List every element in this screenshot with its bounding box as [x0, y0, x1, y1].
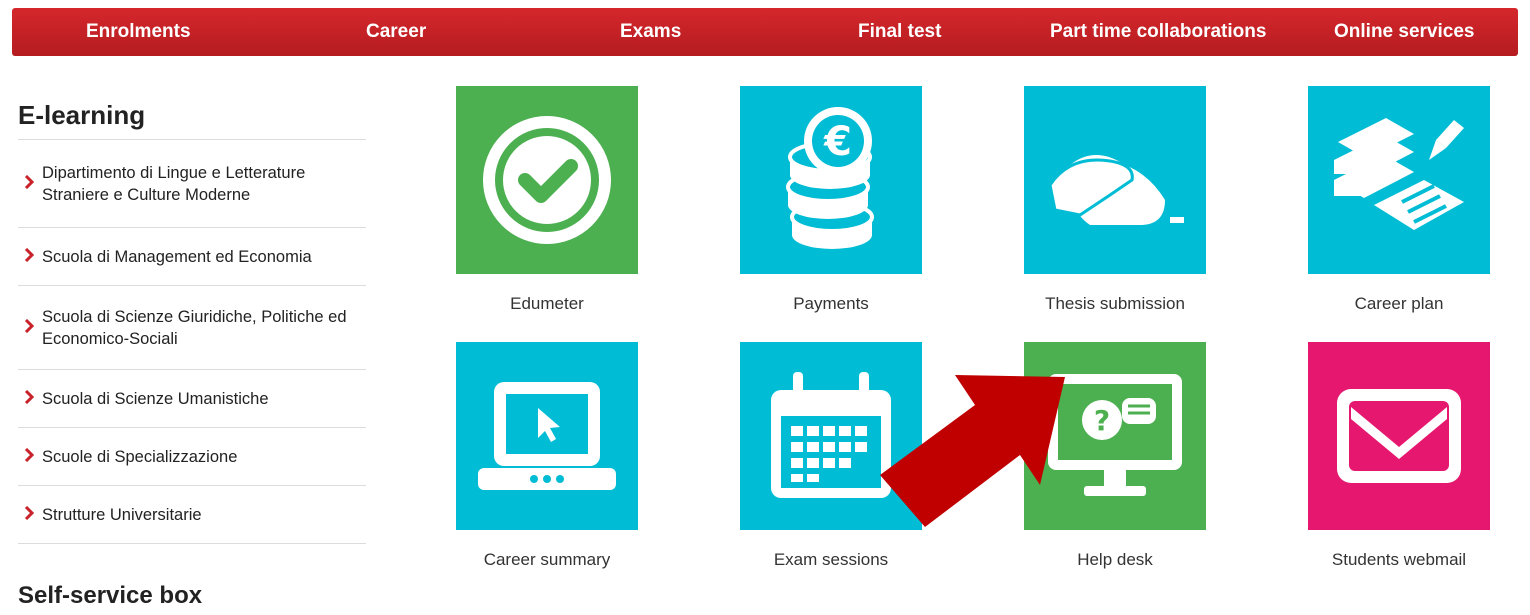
svg-text:€: € [823, 119, 852, 165]
sidebar-item-label: Scuola di Scienze Umanistiche [42, 389, 269, 408]
sidebar-item-dipartimento-lingue[interactable]: Dipartimento di Lingue e Letterature Str… [18, 140, 366, 228]
sidebar-title-e-learning: E-learning [18, 88, 366, 140]
chevron-right-icon [24, 247, 34, 262]
top-navigation-bar: Enrolments Career Exams Final test Part … [12, 8, 1518, 56]
sidebar-item-scienze-umanistiche[interactable]: Scuola di Scienze Umanistiche [18, 370, 366, 428]
nav-item-career[interactable]: Career [366, 8, 426, 56]
books-pen-icon [1334, 118, 1464, 230]
sidebar-item-label: Scuola di Management ed Economia [42, 247, 312, 266]
sidebar-item-scienze-giuridiche[interactable]: Scuola di Scienze Giuridiche, Politiche … [18, 286, 366, 370]
tile-exam-sessions-box[interactable] [740, 342, 922, 530]
tile-payments-box[interactable]: € [740, 86, 922, 274]
tile-exam-sessions[interactable]: Exam sessions [740, 342, 922, 569]
tile-payments[interactable]: € Payments [740, 86, 922, 313]
sidebar-item-label: Scuole di Specializzazione [42, 447, 238, 466]
tile-career-plan-box[interactable] [1308, 86, 1490, 274]
sidebar-item-scuole-specializzazione[interactable]: Scuole di Specializzazione [18, 428, 366, 486]
tile-help-desk[interactable]: ? Help desk [1024, 342, 1206, 569]
check-circle-icon [483, 116, 611, 244]
hand-mouse-icon [1048, 155, 1184, 225]
tile-help-desk-box[interactable]: ? [1024, 342, 1206, 530]
sidebar-item-management-economia[interactable]: Scuola di Management ed Economia [18, 228, 366, 286]
tile-edumeter[interactable]: Edumeter [456, 86, 638, 313]
tile-label[interactable]: Students webmail [1268, 550, 1530, 570]
tile-label[interactable]: Exam sessions [700, 550, 962, 570]
chevron-right-icon [24, 505, 34, 520]
sidebar-item-label: Dipartimento di Lingue e Letterature Str… [42, 163, 306, 204]
sidebar-item-label: Scuola di Scienze Giuridiche, Politiche … [42, 307, 347, 348]
calendar-icon [771, 372, 891, 498]
chevron-right-icon [24, 174, 34, 189]
sidebar-item-label: Strutture Universitarie [42, 505, 202, 524]
nav-item-enrolments[interactable]: Enrolments [86, 8, 191, 56]
euro-coins-icon: € [786, 107, 874, 249]
tile-career-summary[interactable]: Career summary [456, 342, 638, 569]
nav-item-part-time-collaborations[interactable]: Part time collaborations [1050, 8, 1266, 56]
sidebar-list: Dipartimento di Lingue e Letterature Str… [18, 140, 366, 544]
tile-label[interactable]: Career plan [1268, 294, 1530, 314]
tile-label[interactable]: Thesis submission [984, 294, 1246, 314]
svg-text:?: ? [1094, 404, 1110, 437]
tile-career-summary-box[interactable] [456, 342, 638, 530]
sidebar-title-self-service-box: Self-service box [18, 582, 203, 609]
chevron-right-icon [24, 447, 34, 462]
tile-thesis-submission[interactable]: Thesis submission [1024, 86, 1206, 313]
laptop-cursor-icon [478, 382, 616, 490]
nav-item-final-test[interactable]: Final test [858, 8, 941, 56]
tile-students-webmail-box[interactable] [1308, 342, 1490, 530]
tile-edumeter-box[interactable] [456, 86, 638, 274]
tile-label[interactable]: Edumeter [416, 294, 678, 314]
tile-label[interactable]: Help desk [984, 550, 1246, 570]
tile-thesis-submission-box[interactable] [1024, 86, 1206, 274]
tile-career-plan[interactable]: Career plan [1308, 86, 1490, 313]
nav-item-online-services[interactable]: Online services [1334, 8, 1474, 56]
chevron-right-icon [24, 389, 34, 404]
monitor-question-icon: ? [1048, 374, 1182, 496]
sidebar-item-strutture-universitarie[interactable]: Strutture Universitarie [18, 486, 366, 544]
tile-label[interactable]: Payments [700, 294, 962, 314]
tile-students-webmail[interactable]: Students webmail [1308, 342, 1490, 569]
envelope-icon [1337, 389, 1461, 483]
sidebar: E-learning Dipartimento di Lingue e Lett… [18, 88, 366, 544]
tile-label[interactable]: Career summary [416, 550, 678, 570]
chevron-right-icon [24, 318, 34, 333]
nav-item-exams[interactable]: Exams [620, 8, 681, 56]
